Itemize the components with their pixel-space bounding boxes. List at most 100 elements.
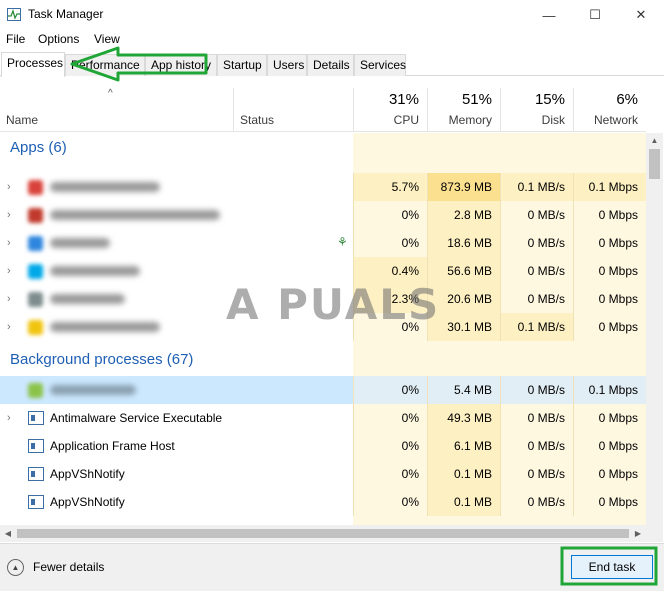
- scroll-right-icon[interactable]: ▶: [630, 525, 646, 542]
- cpu-column-label: CPU: [393, 113, 419, 127]
- menu-file[interactable]: File: [6, 32, 25, 46]
- disk-cell: 0 MB/s: [500, 460, 573, 488]
- process-icon: [28, 439, 44, 453]
- table-row[interactable]: › 2.3% 20.6 MB 0 MB/s 0 Mbps: [0, 285, 646, 313]
- minimize-button[interactable]: —: [526, 0, 572, 30]
- close-button[interactable]: ✕: [618, 0, 664, 30]
- memory-column-label: Memory: [448, 113, 492, 127]
- process-icon: [28, 495, 44, 509]
- cpu-cell: 2.3%: [353, 285, 427, 313]
- table-row[interactable]: › 0.4% 56.6 MB 0 MB/s 0 Mbps: [0, 257, 646, 285]
- status-column-header[interactable]: Status: [233, 88, 353, 132]
- tab-services[interactable]: Services: [354, 54, 406, 76]
- cpu-cell: 0%: [353, 404, 427, 432]
- redacted-app-name: [50, 182, 160, 192]
- chevron-right-icon[interactable]: ›: [7, 285, 11, 313]
- chevron-right-icon[interactable]: ›: [7, 229, 11, 257]
- group-header-background[interactable]: Background processes (67): [0, 347, 646, 375]
- tab-app-history[interactable]: App history: [145, 54, 217, 76]
- sort-up-icon: ^: [108, 88, 113, 99]
- cpu-cell: 5.7%: [353, 173, 427, 201]
- scroll-left-icon[interactable]: ◀: [0, 525, 16, 542]
- cpu-column-header[interactable]: 31% CPU: [353, 88, 427, 132]
- memory-cell: 30.1 MB: [427, 313, 500, 341]
- tab-processes[interactable]: Processes: [1, 52, 65, 77]
- disk-column-label: Disk: [541, 113, 565, 127]
- suspended-leaf-icon: ⚘: [337, 235, 348, 249]
- process-name: Antimalware Service Executable: [50, 411, 223, 425]
- table-row[interactable]: › ⚘ 0% 18.6 MB 0 MB/s 0 Mbps: [0, 229, 646, 257]
- memory-cell: 0.1 MB: [427, 460, 500, 488]
- network-cell: 0 Mbps: [573, 488, 646, 516]
- name-column-label: Name: [6, 113, 39, 127]
- cpu-cell: 0%: [353, 229, 427, 257]
- disk-cell: 0 MB/s: [500, 432, 573, 460]
- menu-options[interactable]: Options: [38, 32, 79, 46]
- vertical-scroll-thumb[interactable]: [649, 149, 660, 179]
- cpu-cell: 0%: [353, 488, 427, 516]
- memory-cell: 2.8 MB: [427, 201, 500, 229]
- redacted-app-name: [50, 322, 160, 332]
- chevron-right-icon[interactable]: ›: [7, 404, 11, 432]
- process-icon: [28, 411, 44, 425]
- network-cell: 0 Mbps: [573, 285, 646, 313]
- fewer-details-link[interactable]: Fewer details: [33, 560, 104, 574]
- table-row[interactable]: AppVShNotify 0% 0.1 MB 0 MB/s 0 Mbps: [0, 460, 646, 488]
- network-percent: 6%: [616, 91, 638, 108]
- end-task-button[interactable]: End task: [571, 555, 653, 579]
- table-row[interactable]: › Antimalware Service Executable 0% 49.3 MB…: [0, 404, 646, 432]
- network-cell: 0 Mbps: [573, 404, 646, 432]
- chevron-right-icon[interactable]: ›: [7, 201, 11, 229]
- scroll-up-icon[interactable]: ▲: [646, 133, 663, 149]
- disk-cell: 0 MB/s: [500, 376, 573, 404]
- disk-column-header[interactable]: 15% Disk: [500, 88, 573, 132]
- tab-performance[interactable]: Performance: [65, 54, 145, 76]
- chevron-right-icon[interactable]: ›: [7, 313, 11, 341]
- table-row[interactable]: 0% 5.4 MB 0 MB/s 0.1 Mbps: [0, 376, 646, 404]
- name-column-header[interactable]: ^ Name: [0, 88, 233, 132]
- cpu-cell: 0%: [353, 313, 427, 341]
- network-cell: 0 Mbps: [573, 313, 646, 341]
- app-icon: [28, 320, 43, 335]
- horizontal-scroll-thumb[interactable]: [17, 529, 629, 538]
- table-row[interactable]: › 0% 2.8 MB 0 MB/s 0 Mbps: [0, 201, 646, 229]
- menu-view[interactable]: View: [94, 32, 120, 46]
- network-cell: 0 Mbps: [573, 229, 646, 257]
- chevron-up-icon[interactable]: ▲: [7, 559, 24, 576]
- memory-cell: 873.9 MB: [427, 173, 500, 201]
- memory-cell: 6.1 MB: [427, 432, 500, 460]
- table-row[interactable]: AppVShNotify 0% 0.1 MB 0 MB/s 0 Mbps: [0, 488, 646, 516]
- app-icon: [28, 208, 43, 223]
- process-name: AppVShNotify: [50, 467, 125, 481]
- chevron-right-icon[interactable]: ›: [7, 257, 11, 285]
- task-manager-icon: [7, 8, 21, 21]
- network-cell: 0.1 Mbps: [573, 173, 646, 201]
- network-column-header[interactable]: 6% Network: [573, 88, 646, 132]
- window-title: Task Manager: [28, 7, 104, 21]
- table-row[interactable]: › 5.7% 873.9 MB 0.1 MB/s 0.1 Mbps: [0, 173, 646, 201]
- vertical-scrollbar[interactable]: ▲: [646, 133, 663, 525]
- chevron-right-icon[interactable]: ›: [7, 173, 11, 201]
- memory-cell: 20.6 MB: [427, 285, 500, 313]
- cpu-cell: 0%: [353, 432, 427, 460]
- tab-strip: Processes Performance App history Startu…: [0, 52, 664, 77]
- apps-group-title: Apps (6): [10, 139, 67, 156]
- horizontal-scrollbar[interactable]: ◀ ▶: [0, 525, 646, 542]
- table-row[interactable]: Application Frame Host 0% 6.1 MB 0 MB/s 0 Mb…: [0, 432, 646, 460]
- redacted-app-name: [50, 266, 140, 276]
- process-list: Apps (6) › 5.7% 873.9 MB 0.1 MB/s 0.1 Mbps › 0…: [0, 133, 646, 525]
- memory-cell: 18.6 MB: [427, 229, 500, 257]
- network-cell: 0 Mbps: [573, 432, 646, 460]
- redacted-app-name: [50, 294, 125, 304]
- tab-details[interactable]: Details: [307, 54, 354, 76]
- group-header-apps[interactable]: Apps (6): [0, 133, 646, 161]
- table-row[interactable]: › 0% 30.1 MB 0.1 MB/s 0 Mbps: [0, 313, 646, 341]
- memory-column-header[interactable]: 51% Memory: [427, 88, 500, 132]
- tab-startup[interactable]: Startup: [217, 54, 267, 76]
- maximize-button[interactable]: ☐: [572, 0, 618, 30]
- tab-users[interactable]: Users: [267, 54, 307, 76]
- network-cell: 0 Mbps: [573, 201, 646, 229]
- disk-cell: 0.1 MB/s: [500, 313, 573, 341]
- memory-cell: 49.3 MB: [427, 404, 500, 432]
- network-column-label: Network: [593, 113, 638, 127]
